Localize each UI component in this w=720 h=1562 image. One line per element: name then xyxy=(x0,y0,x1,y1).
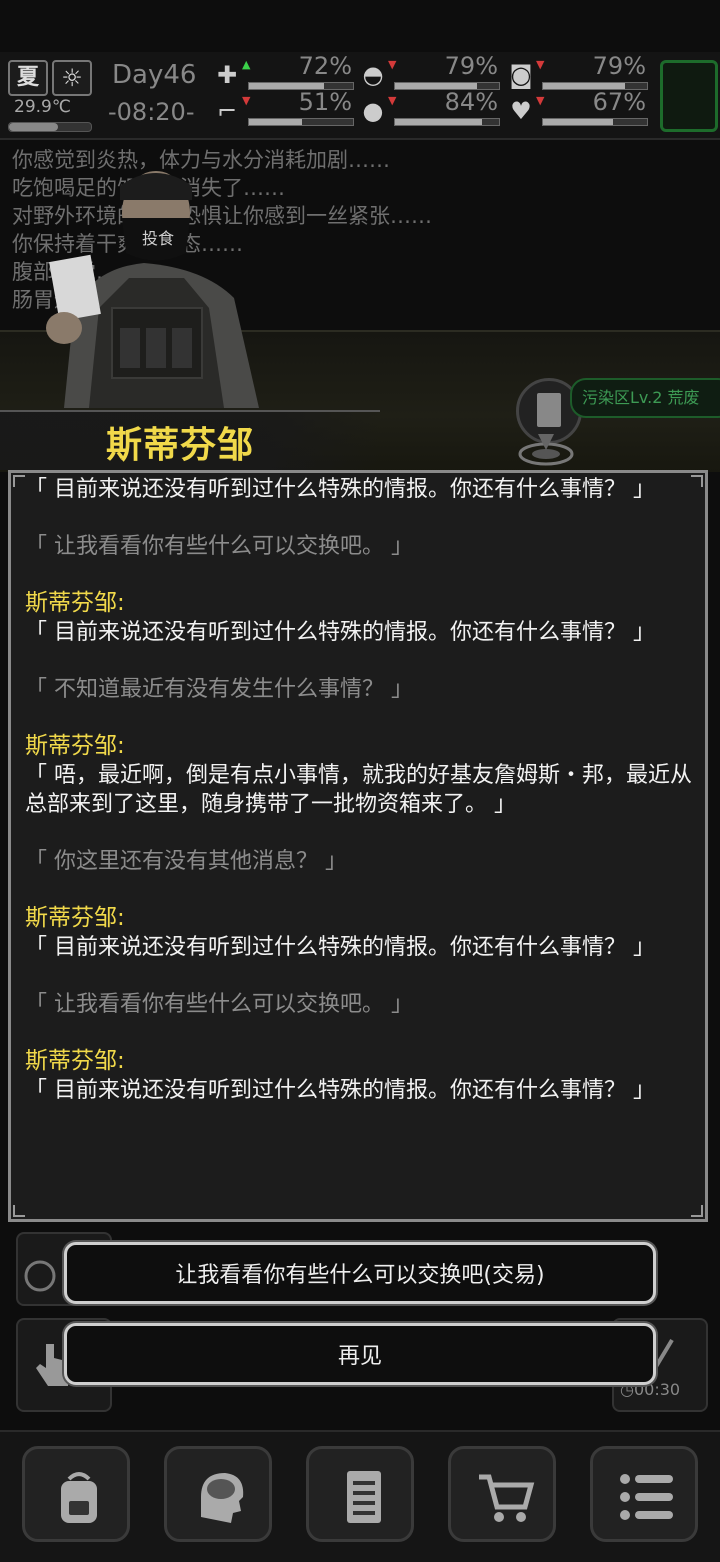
water-drop-icon: ● xyxy=(362,97,384,125)
speaker-label: 斯蒂芬邹: xyxy=(25,1048,125,1074)
nav-shop[interactable] xyxy=(448,1446,556,1542)
sun-icon: ☼ xyxy=(52,60,92,96)
nav-skills[interactable] xyxy=(164,1446,272,1542)
medkit-icon: ✚ xyxy=(216,61,238,89)
dialog-history: 「 目前来说还没有听到过什么特殊的情报。你还有什么事情？ 」 「 让我看看你有些… xyxy=(25,475,693,1133)
heart-icon: ♥ xyxy=(510,97,532,125)
stat-mood-bar xyxy=(542,118,648,126)
equipment-slot[interactable] xyxy=(660,60,718,132)
stat-mood-fill xyxy=(543,119,613,125)
cart-icon xyxy=(479,1474,535,1522)
stat-stamina-bar xyxy=(248,118,354,126)
npc-line: 「 唔，最近啊，倒是有点小事情，就我的好基友詹姆斯・邦，最近从总部来到了这里，随… xyxy=(25,763,692,817)
stat-thirst[interactable]: ● ▼ 84% xyxy=(358,88,500,130)
npc-line: 「 目前来说还没有听到过什么特殊的情报。你还有什么事情？ 」 xyxy=(25,620,655,645)
temperature-readout: 29.9℃ xyxy=(14,97,71,117)
stat-mood[interactable]: ♥ ▼ 67% xyxy=(506,88,648,130)
trend-down-icon: ▼ xyxy=(388,58,397,71)
dialog-panel[interactable]: 「 目前来说还没有听到过什么特殊的情报。你还有什么事情？ 」 「 让我看看你有些… xyxy=(8,470,708,1222)
trend-down-icon: ▼ xyxy=(242,94,251,107)
day-counter: Day46 xyxy=(112,60,197,90)
mind-icon: ◙ xyxy=(509,61,533,89)
player-line: 「 你这里还有没有其他消息？ 」 xyxy=(25,849,347,874)
npc-line: 「 目前来说还没有听到过什么特殊的情报。你还有什么事情？ 」 xyxy=(25,935,655,960)
nav-menu[interactable] xyxy=(590,1446,698,1542)
npc-portrait: 投食 xyxy=(46,171,259,408)
dialog-entry: 「 不知道最近有没有发生什么事情？ 」 xyxy=(25,675,693,704)
dialog-entry: 「 目前来说还没有听到过什么特殊的情报。你还有什么事情？ 」 xyxy=(25,475,693,504)
temperature-bar xyxy=(8,122,92,132)
dialog-entry: 「 让我看看你有些什么可以交换吧。 」 xyxy=(25,990,693,1019)
mask-text: 投食 xyxy=(142,229,174,248)
dialog-entry: 斯蒂芬邹: 「 目前来说还没有听到过什么特殊的情报。你还有什么事情？ 」 xyxy=(25,1047,693,1105)
menu-icon xyxy=(620,1474,673,1520)
dialog-entry: 「 你这里还有没有其他消息？ 」 xyxy=(25,847,693,876)
season-indicator: 夏 xyxy=(8,60,48,96)
game-clock: -08:20- xyxy=(108,98,195,126)
speaker-label: 斯蒂芬邹: xyxy=(25,590,125,616)
notebook-icon xyxy=(347,1471,381,1523)
speaker-label: 斯蒂芬邹: xyxy=(25,733,125,759)
dialog-entry: 斯蒂芬邹: 「 唔，最近啊，倒是有点小事情，就我的好基友詹姆斯・邦，最近从总部来… xyxy=(25,732,693,819)
stat-thirst-bar xyxy=(394,118,500,126)
trend-down-icon: ▼ xyxy=(536,58,545,71)
stat-thirst-fill xyxy=(395,119,483,125)
trade-choice-button[interactable]: 让我看看你有些什么可以交换吧(交易) xyxy=(64,1242,656,1304)
player-line: 「 让我看看你有些什么可以交换吧。 」 xyxy=(25,992,413,1017)
status-bar: 夏 ☼ 29.9℃ Day46 -08:20- ✚ ▲ 72% ◓ ▼ 79% … xyxy=(0,52,720,140)
dialog-entry: 斯蒂芬邹: 「 目前来说还没有听到过什么特殊的情报。你还有什么事情？ 」 xyxy=(25,589,693,647)
npc-line: 「 目前来说还没有听到过什么特殊的情报。你还有什么事情？ 」 xyxy=(25,1078,655,1103)
stat-mood-value: 67% xyxy=(592,88,646,116)
trend-down-icon: ▼ xyxy=(536,94,545,107)
dialog-entry: 斯蒂芬邹: 「 目前来说还没有听到过什么特殊的情报。你还有什么事情？ 」 xyxy=(25,904,693,962)
location-label[interactable]: 污染区Lv.2 荒废 xyxy=(570,378,720,418)
nav-backpack[interactable] xyxy=(22,1446,130,1542)
brain-icon xyxy=(201,1473,244,1523)
stat-stamina-value: 51% xyxy=(298,88,352,116)
stomach-icon: ◓ xyxy=(362,61,384,89)
npc-line: 「 目前来说还没有听到过什么特殊的情报。你还有什么事情？ 」 xyxy=(25,477,655,502)
speaker-label: 斯蒂芬邹: xyxy=(25,905,125,931)
dialog-entry: 「 让我看看你有些什么可以交换吧。 」 xyxy=(25,532,693,561)
npc-name: 斯蒂芬邹 xyxy=(106,425,255,466)
nav-journal[interactable] xyxy=(306,1446,414,1542)
stat-health-value: 72% xyxy=(298,52,352,80)
trend-down-icon: ▼ xyxy=(388,94,397,107)
trend-up-icon: ▲ xyxy=(242,58,251,71)
stat-stamina[interactable]: ⌐ ▼ 51% xyxy=(212,88,354,130)
boot-icon: ⌐ xyxy=(216,97,238,125)
stat-thirst-value: 84% xyxy=(444,88,498,116)
player-line: 「 让我看看你有些什么可以交换吧。 」 xyxy=(25,534,413,559)
goodbye-choice-button[interactable]: 再见 xyxy=(64,1323,656,1385)
player-line: 「 不知道最近有没有发生什么事情？ 」 xyxy=(25,677,413,702)
backpack-icon xyxy=(61,1472,97,1523)
stat-hunger-value: 79% xyxy=(444,52,498,80)
map-pin-icon xyxy=(518,434,574,466)
stat-stamina-fill xyxy=(249,119,303,125)
stat-sanity-value: 79% xyxy=(592,52,646,80)
